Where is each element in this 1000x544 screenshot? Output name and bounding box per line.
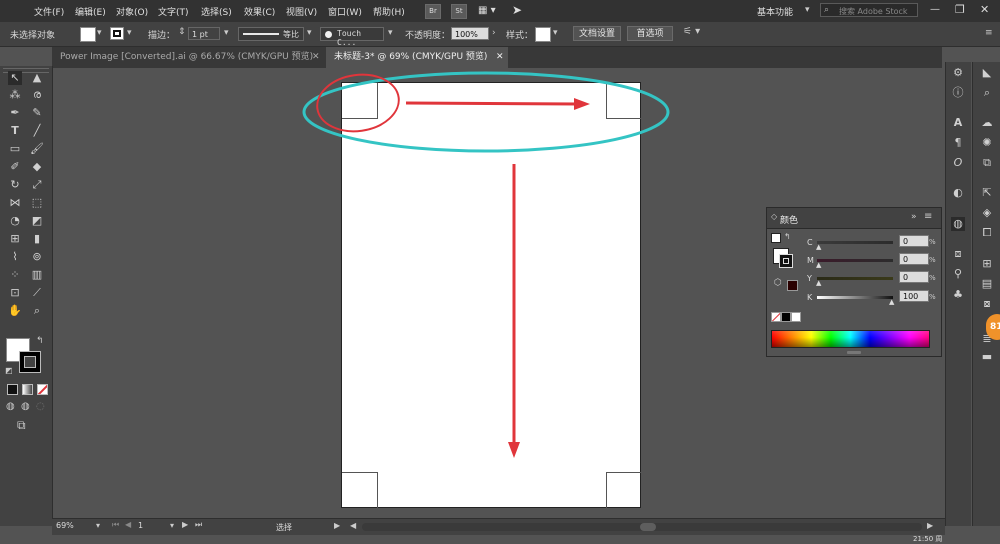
black-slider[interactable]: [817, 296, 893, 299]
color-guide-icon[interactable]: ◣: [980, 66, 994, 80]
swap-colors-icon[interactable]: ↰: [784, 232, 791, 241]
panel-stroke-swatch[interactable]: [779, 254, 793, 268]
expand-panel-icon[interactable]: »: [911, 212, 917, 222]
zoom-value: 69%: [56, 521, 74, 530]
paragraph-icon[interactable]: ¶: [951, 136, 965, 150]
right-arrow-shaft: [405, 101, 579, 106]
opentype-icon[interactable]: O: [951, 156, 965, 170]
pathfinder-icon[interactable]: ⧇: [980, 297, 994, 311]
magenta-slider[interactable]: [817, 259, 893, 262]
artboards-icon[interactable]: ⧠: [980, 226, 994, 240]
white-color-swatch[interactable]: [791, 312, 801, 322]
panel-dock-2: ◣ ⌕ ☁ ✺ ⧉ ⇱ ◈ ⧠ ⊞ ▤ ⧇ ≣ ▬: [972, 62, 1000, 526]
color-panel: ◇ 颜色 » ≡ ↰ ⬡ C ▲ 0 % M ▲ 0 % Y ▲ 0 % K ▲…: [766, 207, 942, 357]
navigator-icon[interactable]: ⌕: [980, 86, 994, 100]
channel-label-k: K: [807, 293, 813, 302]
character-icon[interactable]: A: [951, 116, 965, 130]
creative-cloud-icon[interactable]: ☁: [980, 116, 994, 130]
notification-badge[interactable]: 81: [986, 314, 1000, 340]
slider-thumb[interactable]: ▲: [816, 243, 821, 251]
scroll-right-icon[interactable]: ▶: [927, 521, 933, 530]
collapse-icon[interactable]: ◇: [771, 212, 777, 221]
first-artboard-icon[interactable]: ⏮: [112, 520, 119, 530]
cyan-value[interactable]: 0: [899, 235, 929, 247]
slider-thumb[interactable]: ▲: [889, 298, 894, 306]
layers-icon[interactable]: ◈: [980, 206, 994, 220]
artboard-number: 1: [138, 521, 144, 530]
magenta-value[interactable]: 0: [899, 253, 929, 265]
scrollbar-thumb[interactable]: [640, 523, 656, 531]
color-spectrum[interactable]: [771, 330, 930, 348]
panel-dock-1: ⚙ ⓘ A ¶ O ◐ ◍ ⧈ ⚲ ♣: [945, 62, 971, 526]
next-artboard-icon[interactable]: ▶: [182, 520, 188, 529]
yellow-unit: %: [929, 274, 936, 282]
down-arrow-head: [508, 442, 520, 458]
chevron-down-icon[interactable]: ▾: [96, 521, 100, 530]
export-icon[interactable]: ⇱: [980, 186, 994, 200]
slider-thumb[interactable]: ▲: [816, 261, 821, 269]
chevron-right-icon[interactable]: ▶: [334, 521, 340, 530]
color-panel-header[interactable]: ◇ 颜色 » ≡: [767, 208, 941, 229]
last-artboard-icon[interactable]: ⏭: [195, 520, 202, 530]
sun-icon[interactable]: ✺: [980, 136, 994, 150]
yellow-value[interactable]: 0: [899, 271, 929, 283]
channel-label-c: C: [807, 238, 813, 247]
none-color-swatch[interactable]: [771, 312, 781, 322]
channel-label-y: Y: [807, 274, 812, 283]
panel-resize-handle[interactable]: [847, 351, 861, 354]
properties-icon[interactable]: ⚙: [951, 66, 965, 80]
chevron-down-icon[interactable]: ▾: [170, 521, 174, 530]
out-of-gamut-icon[interactable]: ⬡: [774, 278, 782, 288]
puppet-warp-icon[interactable]: ⚲: [951, 267, 965, 281]
appearance-icon[interactable]: ◐: [951, 186, 965, 200]
scroll-left-icon[interactable]: ◀: [350, 521, 356, 530]
color-panel-icon[interactable]: ◍: [951, 217, 965, 231]
magenta-unit: %: [929, 256, 936, 264]
panel-menu-icon[interactable]: ≡: [924, 211, 932, 222]
transform-icon[interactable]: ⧉: [980, 156, 994, 170]
horizontal-scrollbar[interactable]: [362, 523, 922, 531]
black-unit: %: [929, 293, 936, 301]
yellow-slider[interactable]: [817, 277, 893, 280]
black-value[interactable]: 100: [899, 290, 929, 302]
cyan-slider[interactable]: [817, 241, 893, 244]
right-arrow-head: [574, 98, 590, 110]
status-current-tool: 选择: [276, 523, 292, 532]
info-icon[interactable]: ⓘ: [951, 86, 965, 100]
previous-artboard-icon[interactable]: ◀: [125, 520, 131, 529]
cyan-unit: %: [929, 238, 936, 246]
mini-fill-icon[interactable]: [771, 233, 781, 243]
gamut-color-swatch[interactable]: [787, 280, 798, 291]
swatches-icon[interactable]: ⊞: [980, 257, 994, 271]
symbols-icon[interactable]: ♣: [951, 288, 965, 302]
black-color-swatch[interactable]: [781, 312, 791, 322]
status-bar: 69% ▾ ⏮ ◀ 1 ▾ ▶ ⏭ 选择 ▶ ◀ ▶: [52, 518, 945, 535]
teal-highlight-ellipse: [302, 71, 670, 153]
taskbar-clock: 21:50 周: [913, 535, 943, 543]
channel-label-m: M: [807, 256, 814, 265]
color-panel-title: 颜色: [780, 216, 799, 226]
gradient-panel-icon[interactable]: ▬: [980, 350, 994, 364]
slider-thumb[interactable]: ▲: [816, 279, 821, 287]
image-trace-icon[interactable]: ⧈: [951, 247, 965, 261]
align-panel-icon[interactable]: ▤: [980, 277, 994, 291]
